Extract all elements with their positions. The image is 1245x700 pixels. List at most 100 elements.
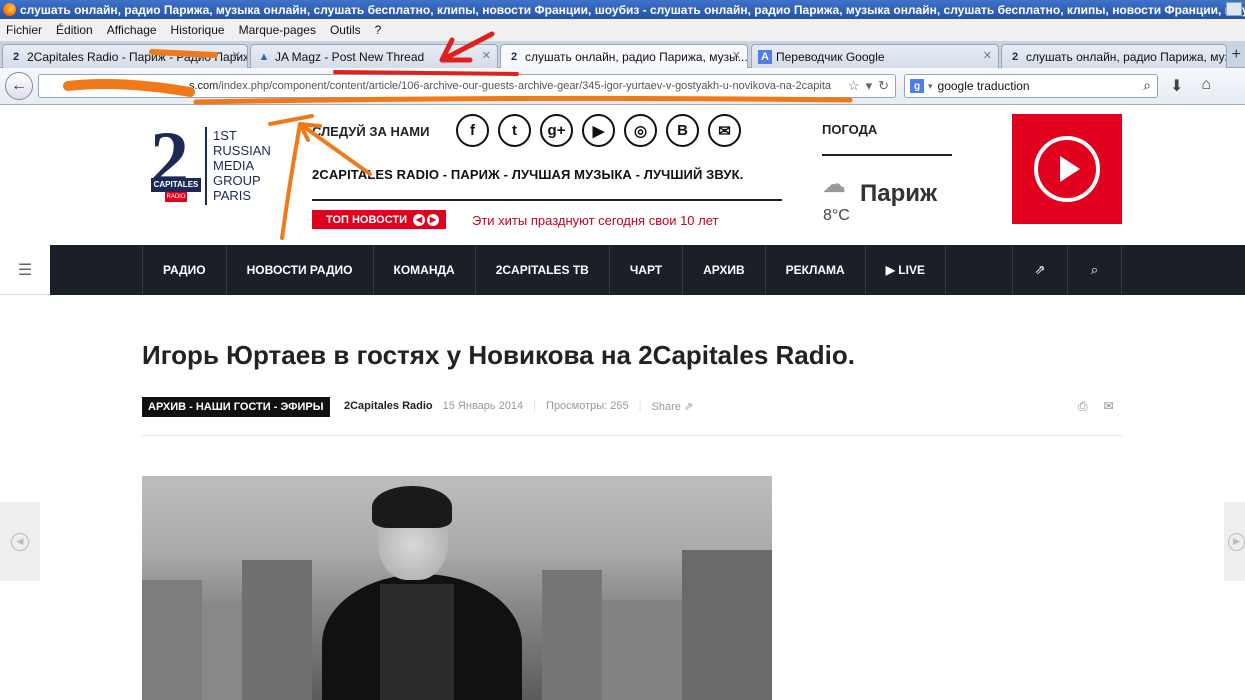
article-photo <box>142 476 772 700</box>
meta-separator: | <box>638 400 642 412</box>
next-arrow-icon[interactable]: ▶ <box>427 213 439 226</box>
tab-ja-magz[interactable]: ▲ JA Magz - Post New Thread ✕ <box>250 44 498 68</box>
close-icon[interactable]: ✕ <box>482 49 491 62</box>
logo-tagline: 1ST RUSSIAN MEDIA GROUP PARIS <box>213 128 271 203</box>
hamburger-menu-icon[interactable]: ☰ <box>0 245 50 295</box>
article-views: Просмотры: 255 <box>546 400 629 412</box>
logo-line: PARIS <box>213 188 252 203</box>
home-icon[interactable]: ⌂ <box>1201 76 1211 96</box>
logo-radio-tag: RADIO <box>165 192 187 202</box>
print-icon[interactable]: ⎙ <box>1078 399 1088 414</box>
close-icon[interactable]: ✕ <box>983 49 992 62</box>
2capitales-favicon-icon: 2 <box>12 50 20 63</box>
logo-divider <box>205 127 207 205</box>
nav-tv[interactable]: 2CAPITALES ТВ <box>474 245 609 295</box>
logo-line: 1ST <box>213 128 237 143</box>
close-icon[interactable]: ✕ <box>232 49 241 62</box>
google-plus-icon[interactable]: g+ <box>540 114 573 147</box>
share-icon: ⇗ <box>683 401 694 413</box>
weather-heading: ПОГОДА <box>822 122 878 137</box>
nav-archive[interactable]: АРХИВ <box>682 245 765 295</box>
search-engine-dropdown-icon[interactable]: ▾ <box>928 81 933 92</box>
google-translate-favicon-icon: A <box>758 49 772 64</box>
tab-active-listen[interactable]: 2 слушать онлайн, радио Парижа, музы... … <box>500 44 748 69</box>
menu-edition[interactable]: Édition <box>50 23 101 37</box>
prev-article-button[interactable]: ◀ <box>0 502 40 581</box>
live-play-button[interactable] <box>1012 114 1122 224</box>
main-navigation: ☰ РАДИО НОВОСТИ РАДИО КОМАНДА 2CAPITALES… <box>0 245 1245 295</box>
article-title: Игорь Юртаев в гостях у Новикова на 2Cap… <box>142 340 855 370</box>
nav-chart[interactable]: ЧАРТ <box>608 245 682 295</box>
tab-strip: 2 2Capitales Radio - Париж - Радио Париж… <box>0 41 1245 69</box>
menu-help[interactable]: ? <box>369 23 390 37</box>
google-search-icon: g <box>910 79 924 93</box>
logo-capitales-band: CAPITALES <box>151 178 201 192</box>
search-icon[interactable]: ⌕ <box>1143 77 1151 94</box>
dropdown-icon[interactable]: ▾ <box>866 78 873 94</box>
category-badge[interactable]: АРХИВ - НАШИ ГОСТИ - ЭФИРЫ <box>142 397 330 417</box>
bookmark-star-icon[interactable]: ☆ <box>848 78 860 94</box>
prev-arrow-icon[interactable]: ◀ <box>413 213 425 226</box>
meta-separator: | <box>533 400 537 412</box>
search-input[interactable]: g ▾ google traduction ⌕ <box>904 74 1158 98</box>
menu-fichier[interactable]: Fichier <box>0 23 50 37</box>
minimize-icon[interactable] <box>1226 2 1242 16</box>
back-arrow-icon[interactable]: ← <box>5 72 33 100</box>
top-news-button[interactable]: ТОП НОВОСТИ ◀ ▶ <box>312 210 446 229</box>
article-tools: ⎙ ✉ <box>1078 399 1114 414</box>
tab-listen-2[interactable]: 2 слушать онлайн, радио Парижа, музы... <box>1001 44 1227 68</box>
download-icon[interactable]: ⬇ <box>1170 76 1183 96</box>
tab-google-translate[interactable]: A Переводчик Google ✕ <box>751 44 999 68</box>
menu-historique[interactable]: Historique <box>165 23 233 37</box>
weather-temperature: 8°C <box>823 207 850 224</box>
logo-line: MEDIA <box>213 158 255 173</box>
nav-live[interactable]: ▶ LIVE <box>864 245 946 295</box>
play-icon <box>1034 136 1100 202</box>
window-titlebar: слушать онлайн, радио Парижа, музыка онл… <box>0 0 1245 19</box>
tab-label: слушать онлайн, радио Парижа, музы... <box>1026 49 1227 64</box>
vk-icon[interactable]: B <box>666 114 699 147</box>
email-icon[interactable]: ✉ <box>708 114 741 147</box>
url-domain: s.com <box>189 80 219 92</box>
close-icon[interactable]: ✕ <box>732 49 741 62</box>
menu-outils[interactable]: Outils <box>324 23 369 37</box>
email-icon[interactable]: ✉ <box>1104 399 1114 414</box>
share-label: Share <box>651 401 681 413</box>
follow-us-label: СЛЕДУЙ ЗА НАМИ <box>312 124 430 139</box>
social-links: f t g+ ▶ ◎ B ✉ <box>456 114 741 147</box>
tab-2capitales[interactable]: 2 2Capitales Radio - Париж - Радио Париж… <box>2 44 248 68</box>
logo-line: GROUP <box>213 173 261 188</box>
nav-team[interactable]: КОМАНДА <box>372 245 475 295</box>
search-icon[interactable]: ⌕ <box>1067 245 1122 295</box>
tab-label: слушать онлайн, радио Парижа, музы... <box>525 50 748 64</box>
facebook-icon[interactable]: f <box>456 114 489 147</box>
share-link[interactable]: Share ⇗ <box>652 400 694 413</box>
twitter-icon[interactable]: t <box>498 114 531 147</box>
menu-bar: Fichier Édition Affichage Historique Mar… <box>0 19 1245 41</box>
nav-radio-news[interactable]: НОВОСТИ РАДИО <box>225 245 373 295</box>
site-slogan: 2CAPITALES RADIO - ПАРИЖ - ЛУЧШАЯ МУЗЫКА… <box>312 167 744 182</box>
firefox-logo-icon <box>3 3 16 16</box>
tab-label: Переводчик Google <box>776 49 885 64</box>
tab-label: JA Magz - Post New Thread <box>275 49 425 64</box>
url-bar[interactable]: s.com /index.php/component/content/artic… <box>38 74 896 98</box>
new-tab-icon[interactable]: + <box>1232 46 1241 64</box>
menu-affichage[interactable]: Affichage <box>101 23 165 37</box>
nav-advertising[interactable]: РЕКЛАМА <box>764 245 865 295</box>
youtube-icon[interactable]: ▶ <box>582 114 615 147</box>
reload-icon[interactable]: ↻ <box>878 78 889 94</box>
2capitales-favicon-icon: 2 <box>1011 50 1019 63</box>
menu-marque-pages[interactable]: Marque-pages <box>233 23 324 37</box>
news-ticker-link[interactable]: Эти хиты празднуют сегодня свои 10 лет <box>472 213 719 228</box>
chevron-right-icon: ▶ <box>1228 532 1245 551</box>
nav-radio[interactable]: РАДИО <box>142 245 226 295</box>
url-path: /index.php/component/content/article/106… <box>218 80 831 92</box>
article-author[interactable]: 2Capitales Radio <box>344 400 433 413</box>
ja-magz-favicon-icon: ▲ <box>258 50 270 63</box>
cloud-icon: ☁ <box>822 171 846 198</box>
share-icon[interactable]: ⇗ <box>1012 245 1067 295</box>
next-article-button[interactable]: ▶ <box>1224 502 1245 581</box>
window-controls[interactable] <box>1226 2 1242 16</box>
instagram-icon[interactable]: ◎ <box>624 114 657 147</box>
chevron-left-icon: ◀ <box>11 532 29 551</box>
